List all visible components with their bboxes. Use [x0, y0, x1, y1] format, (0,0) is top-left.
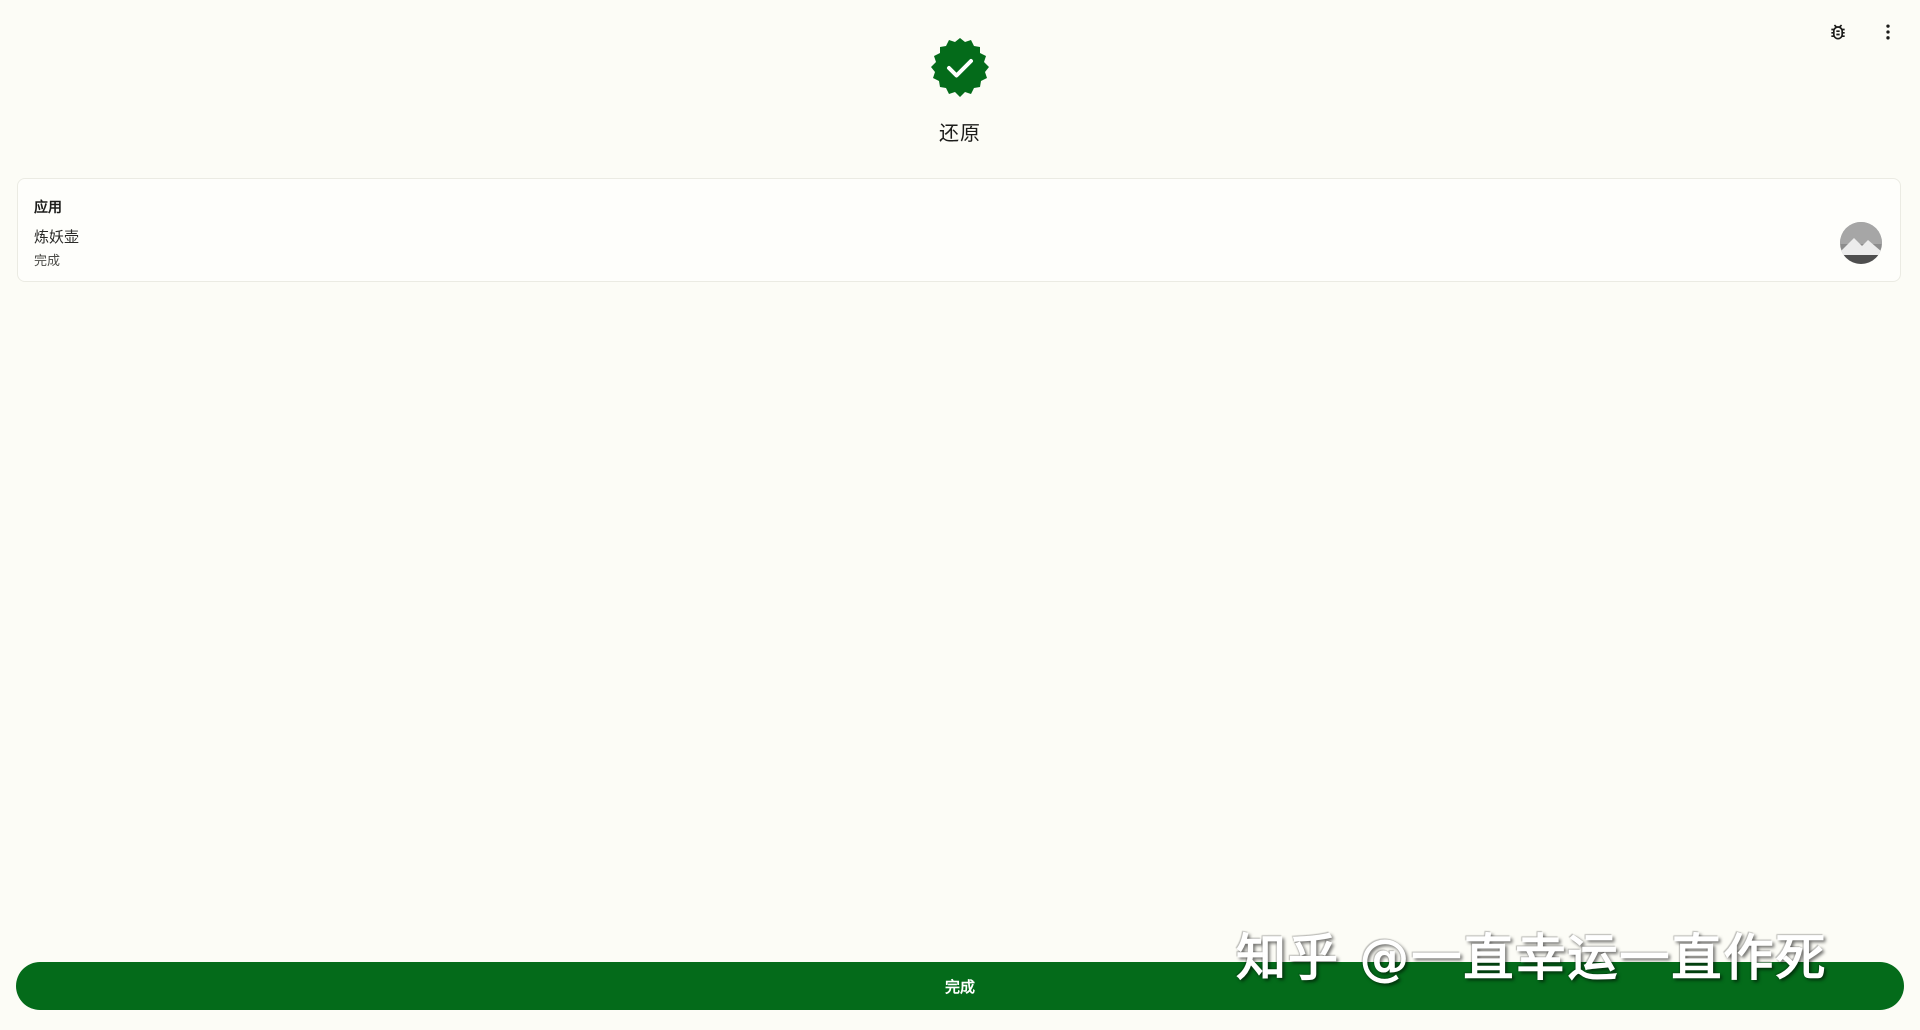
restore-result-screen: 还原 应用 炼妖壶 完成 完成 知乎 @一直幸运一直作死: [0, 0, 1920, 1030]
app-name: 炼妖壶: [34, 228, 80, 246]
app-status: 完成: [34, 254, 61, 269]
check-badge-icon: [929, 37, 991, 99]
status-header: 还原: [0, 37, 1920, 146]
done-button[interactable]: 完成: [16, 962, 1904, 1010]
app-avatar-icon: [1840, 222, 1882, 264]
card-heading: 应用: [34, 200, 62, 216]
page-title: 还原: [939, 121, 981, 145]
app-card: 应用 炼妖壶 完成: [17, 178, 1901, 282]
